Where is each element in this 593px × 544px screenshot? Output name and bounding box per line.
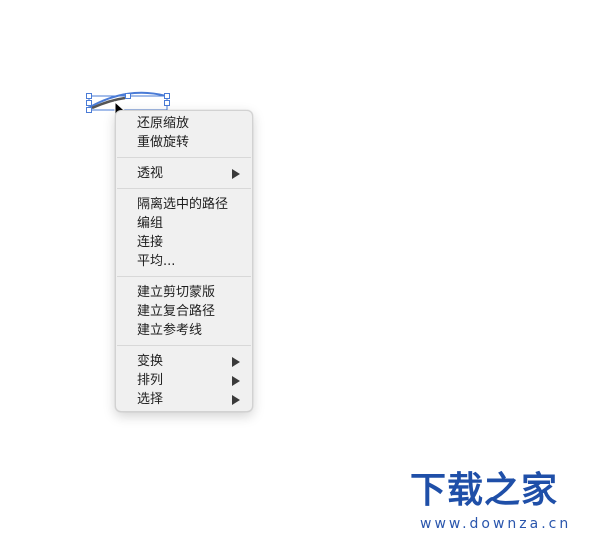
anchor-handle xyxy=(164,93,170,99)
menu-item-average[interactable]: 平均... xyxy=(116,252,252,271)
submenu-arrow-icon xyxy=(232,357,240,367)
menu-separator xyxy=(117,188,251,189)
menu-item-label: 变换 xyxy=(137,354,164,369)
artboard-canvas[interactable]: 还原缩放 重做旋转 透视 隔离选中的路径 编组 连接 平均... 建立剪切蒙版 … xyxy=(0,0,593,544)
submenu-arrow-icon xyxy=(232,169,240,179)
watermark-logo: 下载之家 www.downza.cn xyxy=(410,470,570,536)
watermark-url: www.downza.cn xyxy=(420,516,572,532)
anchor-handle xyxy=(86,100,92,106)
submenu-arrow-icon xyxy=(232,376,240,386)
anchor-handle xyxy=(86,93,92,99)
menu-item-make-clipping-mask[interactable]: 建立剪切蒙版 xyxy=(116,283,252,302)
menu-item-transform[interactable]: 变换 xyxy=(116,352,252,371)
menu-item-label: 选择 xyxy=(137,392,164,407)
menu-item-make-compound-path[interactable]: 建立复合路径 xyxy=(116,302,252,321)
menu-item-perspective[interactable]: 透视 xyxy=(116,164,252,183)
menu-item-redo-rotate[interactable]: 重做旋转 xyxy=(116,133,252,152)
menu-item-join[interactable]: 连接 xyxy=(116,233,252,252)
watermark-brand: 下载之家 xyxy=(410,470,559,511)
context-menu: 还原缩放 重做旋转 透视 隔离选中的路径 编组 连接 平均... 建立剪切蒙版 … xyxy=(115,110,253,412)
menu-item-undo-zoom[interactable]: 还原缩放 xyxy=(116,114,252,133)
submenu-arrow-icon xyxy=(232,395,240,405)
menu-item-group[interactable]: 编组 xyxy=(116,214,252,233)
menu-item-arrange[interactable]: 排列 xyxy=(116,371,252,390)
anchor-handle xyxy=(86,107,92,113)
menu-item-select[interactable]: 选择 xyxy=(116,390,252,409)
menu-item-label: 排列 xyxy=(137,373,164,388)
anchor-handle xyxy=(164,100,170,106)
menu-separator xyxy=(117,345,251,346)
menu-item-label: 透视 xyxy=(137,166,164,181)
menu-separator xyxy=(117,157,251,158)
menu-separator xyxy=(117,276,251,277)
menu-item-make-guides[interactable]: 建立参考线 xyxy=(116,321,252,340)
menu-item-isolate-path[interactable]: 隔离选中的路径 xyxy=(116,195,252,214)
anchor-handle xyxy=(125,93,131,99)
